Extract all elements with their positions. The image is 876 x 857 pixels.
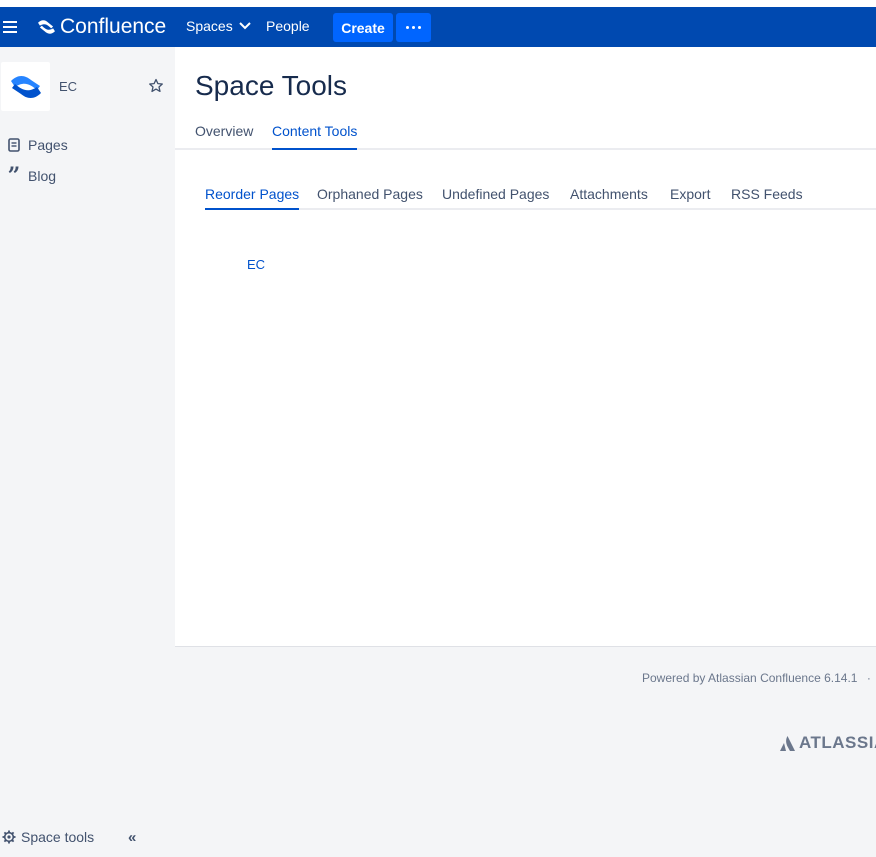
quote-icon: ” [7, 163, 21, 189]
footer-separator: · [866, 671, 871, 685]
more-create-options-button[interactable] [396, 13, 431, 42]
confluence-logo[interactable]: Confluence [37, 13, 166, 41]
sidebar-item-label: Pages [28, 137, 68, 153]
page-title: Space Tools [195, 70, 348, 101]
subtab-orphaned-pages[interactable]: Orphaned Pages [317, 186, 423, 210]
space-sidebar: EC Pages ” Blog Space tools « [0, 47, 175, 857]
sidebar-item-pages[interactable]: Pages [0, 133, 170, 157]
space-tools-tabs: Overview Content Tools [175, 123, 876, 150]
top-navigation-bar: Confluence Spaces People Create [0, 7, 876, 47]
content-tools-subtabs: Reorder Pages Orphaned Pages Undefined P… [205, 186, 876, 210]
spaces-menu[interactable]: Spaces [186, 18, 251, 34]
star-icon[interactable] [148, 78, 164, 94]
subtab-reorder-pages[interactable]: Reorder Pages [205, 186, 300, 210]
ellipsis-icon [406, 26, 409, 29]
brand-name: Confluence [60, 15, 167, 38]
subtab-attachments[interactable]: Attachments [570, 186, 648, 210]
people-link[interactable]: People [266, 18, 310, 34]
chevron-down-icon [238, 22, 251, 30]
atlassian-logo-text: ATLASSIAN [799, 733, 876, 752]
powered-by-text: Powered by Atlassian Confluence 6.14.1 · [642, 671, 871, 685]
collapse-sidebar-button[interactable]: « [128, 829, 136, 846]
sidebar-item-blog[interactable]: ” Blog [0, 164, 170, 188]
atlassian-logo[interactable]: ATLASSIAN [779, 733, 876, 753]
gear-icon [2, 830, 16, 844]
atlassian-mark-icon [780, 735, 795, 751]
page-footer: Powered by Atlassian Confluence 6.14.1 ·… [175, 646, 876, 857]
space-tools-label: Space tools [21, 829, 95, 845]
sidebar-item-label: Blog [28, 168, 57, 184]
subtab-export[interactable]: Export [670, 186, 710, 210]
space-tools-button[interactable]: Space tools [0, 827, 94, 847]
space-logo[interactable] [1, 62, 50, 111]
main-content: Space Tools Overview Content Tools Reord… [175, 47, 876, 647]
subtab-rss-feeds[interactable]: RSS Feeds [731, 186, 803, 210]
create-button[interactable]: Create [333, 13, 393, 42]
spaces-menu-label: Spaces [186, 18, 233, 34]
powered-by-link[interactable]: Powered by Atlassian Confluence 6.14.1 [642, 671, 857, 685]
page-tree-root-link[interactable]: EC [247, 257, 265, 272]
subtab-undefined-pages[interactable]: Undefined Pages [442, 186, 549, 210]
confluence-mark-icon [38, 20, 55, 34]
confluence-space-logo-icon [10, 75, 41, 98]
tab-content-tools[interactable]: Content Tools [272, 123, 358, 150]
tab-overview[interactable]: Overview [195, 123, 253, 150]
hamburger-menu-icon[interactable] [3, 18, 17, 36]
page-icon [8, 138, 20, 152]
space-name[interactable]: EC [59, 79, 77, 94]
